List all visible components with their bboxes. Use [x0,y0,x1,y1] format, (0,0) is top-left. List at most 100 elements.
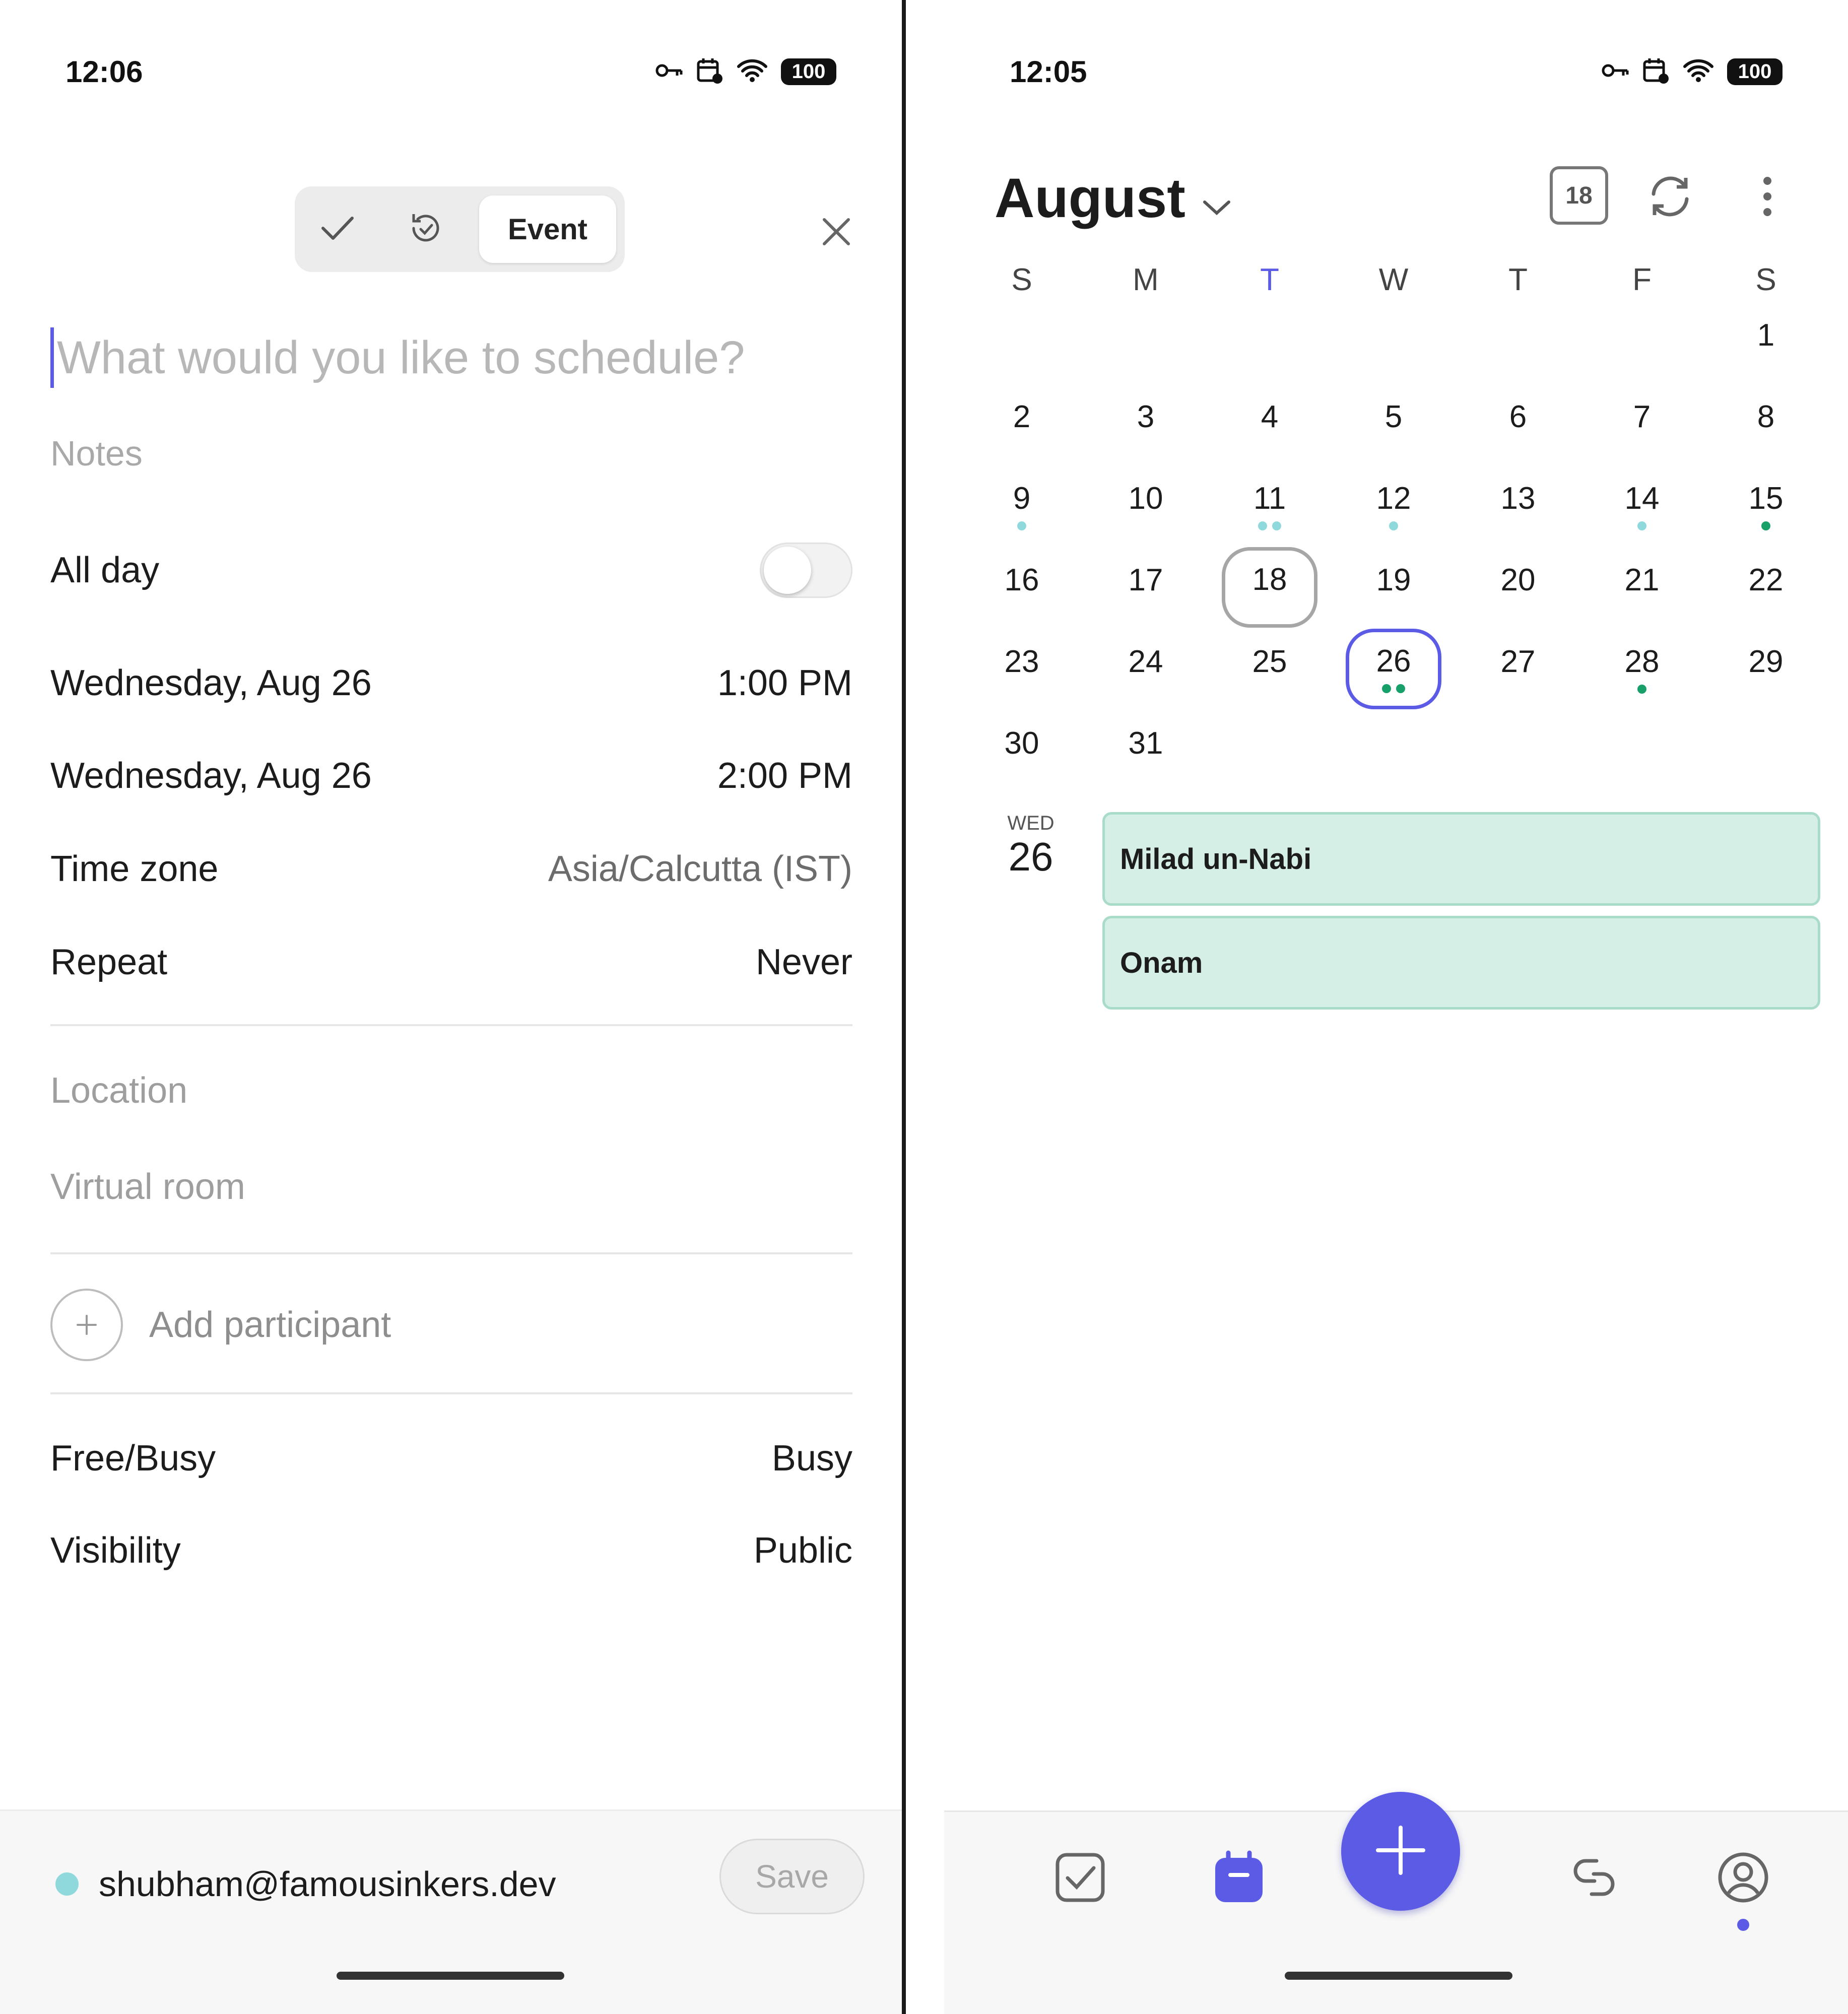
event-dot [1637,685,1646,694]
calendar-sync-icon [696,56,723,87]
day-cell[interactable]: 20 [1470,547,1566,628]
event-card[interactable]: Onam [1102,916,1820,1010]
day-cell[interactable]: 10 [1098,465,1194,546]
day-cell[interactable]: 3 [1098,384,1194,464]
day-number: 10 [1128,481,1163,516]
notes-input[interactable] [50,431,856,476]
day-cell[interactable]: 29 [1718,629,1814,709]
day-cell[interactable]: 15 [1718,465,1814,546]
day-cell[interactable]: 7 [1594,384,1690,464]
end-time[interactable]: 2:00 PM [717,755,852,796]
history-icon [408,210,444,249]
month-selector[interactable]: August [995,166,1233,230]
event-dots [1637,685,1646,694]
divider [50,1392,852,1394]
visibility-row[interactable]: Visibility Public [50,1520,852,1581]
more-options-button[interactable] [1752,169,1783,224]
calendar-icon [1211,1850,1267,1908]
weekday-label: W [1378,262,1409,297]
save-button[interactable]: Save [719,1839,865,1914]
day-cell[interactable]: 31 [1098,710,1194,791]
account-email: shubham@famousinkers.dev [99,1864,556,1904]
time-zone-row[interactable]: Time zone Asia/Calcutta (IST) [50,839,852,899]
event-dot [1396,684,1405,693]
add-participant-button[interactable]: Add participant [50,1287,391,1363]
all-day-toggle[interactable] [760,543,852,598]
day-cell[interactable]: 17 [1098,547,1194,628]
day-cell[interactable]: 5 [1346,384,1441,464]
day-cell[interactable]: 22 [1718,547,1814,628]
day-cell[interactable]: 13 [1470,465,1566,546]
editor-footer: shubham@famousinkers.dev Save [0,1809,902,2014]
day-number: 5 [1384,399,1403,434]
day-cell[interactable]: 30 [974,710,1070,791]
task-type-option[interactable] [305,200,370,258]
day-cell[interactable]: 24 [1098,629,1194,709]
day-cell-selected[interactable]: 26 [1346,629,1441,709]
nav-calendar[interactable] [1209,1848,1269,1909]
day-cell[interactable]: 27 [1470,629,1566,709]
all-day-row[interactable]: All day [50,540,852,600]
day-cell[interactable]: 2 [974,384,1070,464]
nav-tasks[interactable] [1050,1848,1110,1909]
home-indicator [337,1972,564,1980]
event-dots [1258,521,1281,530]
day-number: 31 [1128,726,1163,761]
event-dots [1761,521,1770,530]
account-color-dot [55,1872,79,1896]
event-card[interactable]: Milad un-Nabi [1102,812,1820,906]
reminder-type-option[interactable] [393,200,458,258]
day-number: 21 [1624,563,1660,597]
status-time: 12:06 [65,55,143,89]
day-number: 27 [1500,644,1536,679]
day-cell[interactable]: 23 [974,629,1070,709]
day-cell[interactable]: 6 [1470,384,1566,464]
visibility-value: Public [753,1530,852,1571]
start-date[interactable]: Wednesday, Aug 26 [50,662,372,704]
end-date[interactable]: Wednesday, Aug 26 [50,755,372,796]
virtual-room-input[interactable] [50,1162,852,1212]
day-cell[interactable]: 1 [1718,302,1814,383]
nav-profile[interactable] [1713,1848,1773,1909]
day-cell[interactable]: 9 [974,465,1070,546]
day-cell[interactable]: 28 [1594,629,1690,709]
day-cell[interactable]: 11 [1222,465,1317,546]
event-title-input[interactable] [50,327,856,388]
account-selector[interactable]: shubham@famousinkers.dev [55,1864,556,1904]
day-number: 22 [1748,563,1784,597]
toggle-knob [764,547,811,594]
day-cell[interactable]: 19 [1346,547,1441,628]
status-bar: 12:06 100 [65,54,836,90]
end-datetime-row: Wednesday, Aug 26 2:00 PM [50,746,852,806]
day-cell[interactable]: 4 [1222,384,1317,464]
plus-icon [50,1289,123,1361]
day-cell[interactable]: 14 [1594,465,1690,546]
day-number: 11 [1253,481,1286,516]
add-button[interactable] [1341,1792,1460,1911]
weekday-label: T [1508,262,1528,297]
day-cell-today[interactable]: 18 [1222,547,1317,628]
bottom-navigation [944,1792,1848,2014]
day-cell[interactable]: 21 [1594,547,1690,628]
go-to-today-button[interactable]: 18 [1550,166,1608,225]
repeat-row[interactable]: Repeat Never [50,932,852,992]
event-type-option[interactable]: Event [479,195,616,263]
nav-links[interactable] [1564,1848,1624,1909]
day-cell[interactable]: 8 [1718,384,1814,464]
close-button[interactable] [816,212,856,252]
free-busy-row[interactable]: Free/Busy Busy [50,1428,852,1489]
calendar-sync-icon [1642,56,1670,87]
location-input[interactable] [50,1065,852,1116]
weekday-label: F [1632,262,1652,297]
weekday-label: S [1011,262,1032,297]
day-number: 14 [1624,481,1660,516]
day-cell[interactable]: 12 [1346,465,1441,546]
month-title: August [995,167,1185,229]
event-dot [1389,521,1398,530]
sync-button[interactable] [1642,169,1698,224]
day-cell[interactable]: 16 [974,547,1070,628]
day-cell[interactable]: 25 [1222,629,1317,709]
start-time[interactable]: 1:00 PM [717,662,852,704]
wifi-icon [1683,58,1714,85]
event-dot [1637,521,1646,530]
